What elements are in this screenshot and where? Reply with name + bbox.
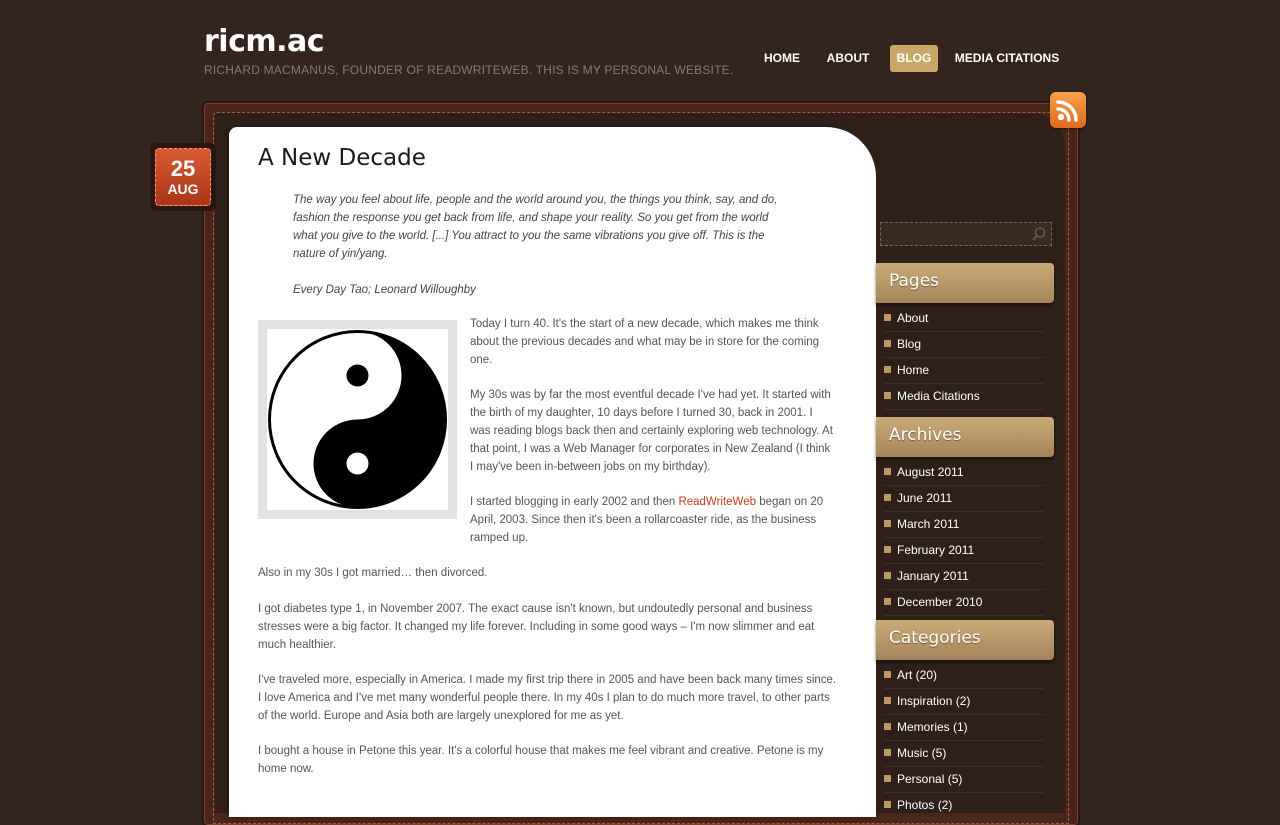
widget-title: Pages (889, 271, 940, 291)
post-quote: The way you feel about life, people and … (293, 191, 783, 317)
post-paragraph: I bought a house in Petone this year. It… (258, 745, 824, 775)
bullet-icon (884, 520, 891, 528)
categories-widget-heading: Categories (876, 620, 1054, 660)
archive-item[interactable]: August 2011 (884, 460, 1044, 486)
archive-item[interactable]: March 2011 (884, 512, 1044, 538)
readwriteweb-link[interactable]: ReadWriteWeb (678, 496, 756, 508)
nav-media-citations[interactable]: MEDIA CITATIONS (952, 45, 1062, 72)
sidebar-item-label: Home (897, 363, 930, 377)
sidebar-item-media-citations[interactable]: Media Citations (884, 384, 1044, 410)
pages-list: About Blog Home Media Citations (884, 306, 1044, 410)
bullet-icon (884, 392, 891, 400)
bullet-icon (884, 749, 891, 757)
archive-label: March 2011 (897, 517, 960, 531)
archive-item[interactable]: February 2011 (884, 538, 1044, 564)
category-item[interactable]: Music (5) (884, 741, 1044, 767)
archive-label: August 2011 (897, 465, 964, 479)
site-header: ricm.ac RICHARD MACMANUS, FOUNDER OF REA… (0, 0, 1280, 100)
category-label: Art (20) (897, 668, 938, 682)
bullet-icon (884, 801, 891, 809)
category-item[interactable]: Art (20) (884, 663, 1044, 689)
rss-icon[interactable] (1050, 92, 1086, 128)
widget-title: Archives (889, 425, 962, 445)
paragraph-text: I started blogging in early 2002 and the… (470, 496, 679, 508)
archive-label: February 2011 (897, 543, 975, 557)
category-label: Photos (2) (897, 798, 953, 812)
bullet-icon (884, 366, 891, 374)
category-item[interactable]: Photos (2) (884, 793, 1044, 819)
sidebar-item-label: Media Citations (897, 389, 980, 403)
search-icon[interactable] (1031, 226, 1047, 242)
category-item[interactable]: Personal (5) (884, 767, 1044, 793)
bullet-icon (884, 598, 891, 606)
yin-yang-icon (268, 330, 447, 509)
pages-widget-heading: Pages (876, 263, 1054, 303)
sidebar-item-home[interactable]: Home (884, 358, 1044, 384)
post-paragraph: I started blogging in early 2002 and the… (470, 493, 835, 547)
post-paragraph: I've traveled more, especially in Americ… (258, 674, 837, 722)
post-paragraph: I got diabetes type 1, in November 2007.… (258, 603, 815, 651)
post-article: A New Decade The way you feel about life… (229, 127, 876, 817)
search-input[interactable] (880, 222, 1052, 246)
bullet-icon (884, 546, 891, 554)
archive-label: January 2011 (897, 569, 969, 583)
site-title[interactable]: ricm.ac (204, 24, 325, 59)
post-date-badge: 25 AUG (150, 143, 216, 211)
sidebar-item-about[interactable]: About (884, 306, 1044, 332)
bullet-icon (884, 494, 891, 502)
widget-title: Categories (889, 628, 981, 648)
archive-label: June 2011 (897, 491, 953, 505)
post-image (258, 320, 457, 519)
bullet-icon (884, 697, 891, 705)
category-label: Music (5) (897, 746, 947, 760)
archives-list: August 2011 June 2011 March 2011 Februar… (884, 460, 1044, 616)
post-paragraph: Today I turn 40. It's the start of a new… (470, 318, 820, 366)
bullet-icon (884, 468, 891, 476)
sidebar-item-label: About (897, 311, 929, 325)
categories-list: Art (20) Inspiration (2) Memories (1) Mu… (884, 663, 1044, 819)
category-label: Memories (1) (897, 720, 968, 734)
quote-source: Every Day Tao; Leonard Willoughby (293, 284, 476, 296)
bullet-icon (884, 340, 891, 348)
site-tagline: RICHARD MACMANUS, FOUNDER OF READWRITEWE… (204, 63, 734, 77)
post-title[interactable]: A New Decade (258, 145, 426, 171)
sidebar-item-label: Blog (897, 337, 922, 351)
bullet-icon (884, 775, 891, 783)
nav-home[interactable]: HOME (756, 45, 808, 72)
bullet-icon (884, 314, 891, 322)
post-date-month: AUG (167, 181, 199, 197)
category-label: Inspiration (2) (897, 694, 971, 708)
category-label: Personal (5) (897, 772, 963, 786)
quote-text: The way you feel about life, people and … (293, 194, 778, 260)
sidebar-item-blog[interactable]: Blog (884, 332, 1044, 358)
nav-about[interactable]: ABOUT (820, 45, 876, 72)
category-item[interactable]: Inspiration (2) (884, 689, 1044, 715)
archive-label: December 2010 (897, 595, 983, 609)
archive-item[interactable]: January 2011 (884, 564, 1044, 590)
archive-item[interactable]: June 2011 (884, 486, 1044, 512)
category-item[interactable]: Memories (1) (884, 715, 1044, 741)
post-paragraph: My 30s was by far the most eventful deca… (470, 389, 833, 473)
image-frame (267, 329, 448, 510)
post-paragraph: Also in my 30s I got married… then divor… (258, 567, 488, 579)
bullet-icon (884, 723, 891, 731)
date-tag: 25 AUG (155, 148, 211, 206)
nav-blog[interactable]: BLOG (890, 45, 938, 72)
bullet-icon (884, 671, 891, 679)
post-date-day: 25 (170, 156, 196, 181)
archives-widget-heading: Archives (876, 417, 1054, 457)
bullet-icon (884, 572, 891, 580)
archive-item[interactable]: December 2010 (884, 590, 1044, 616)
